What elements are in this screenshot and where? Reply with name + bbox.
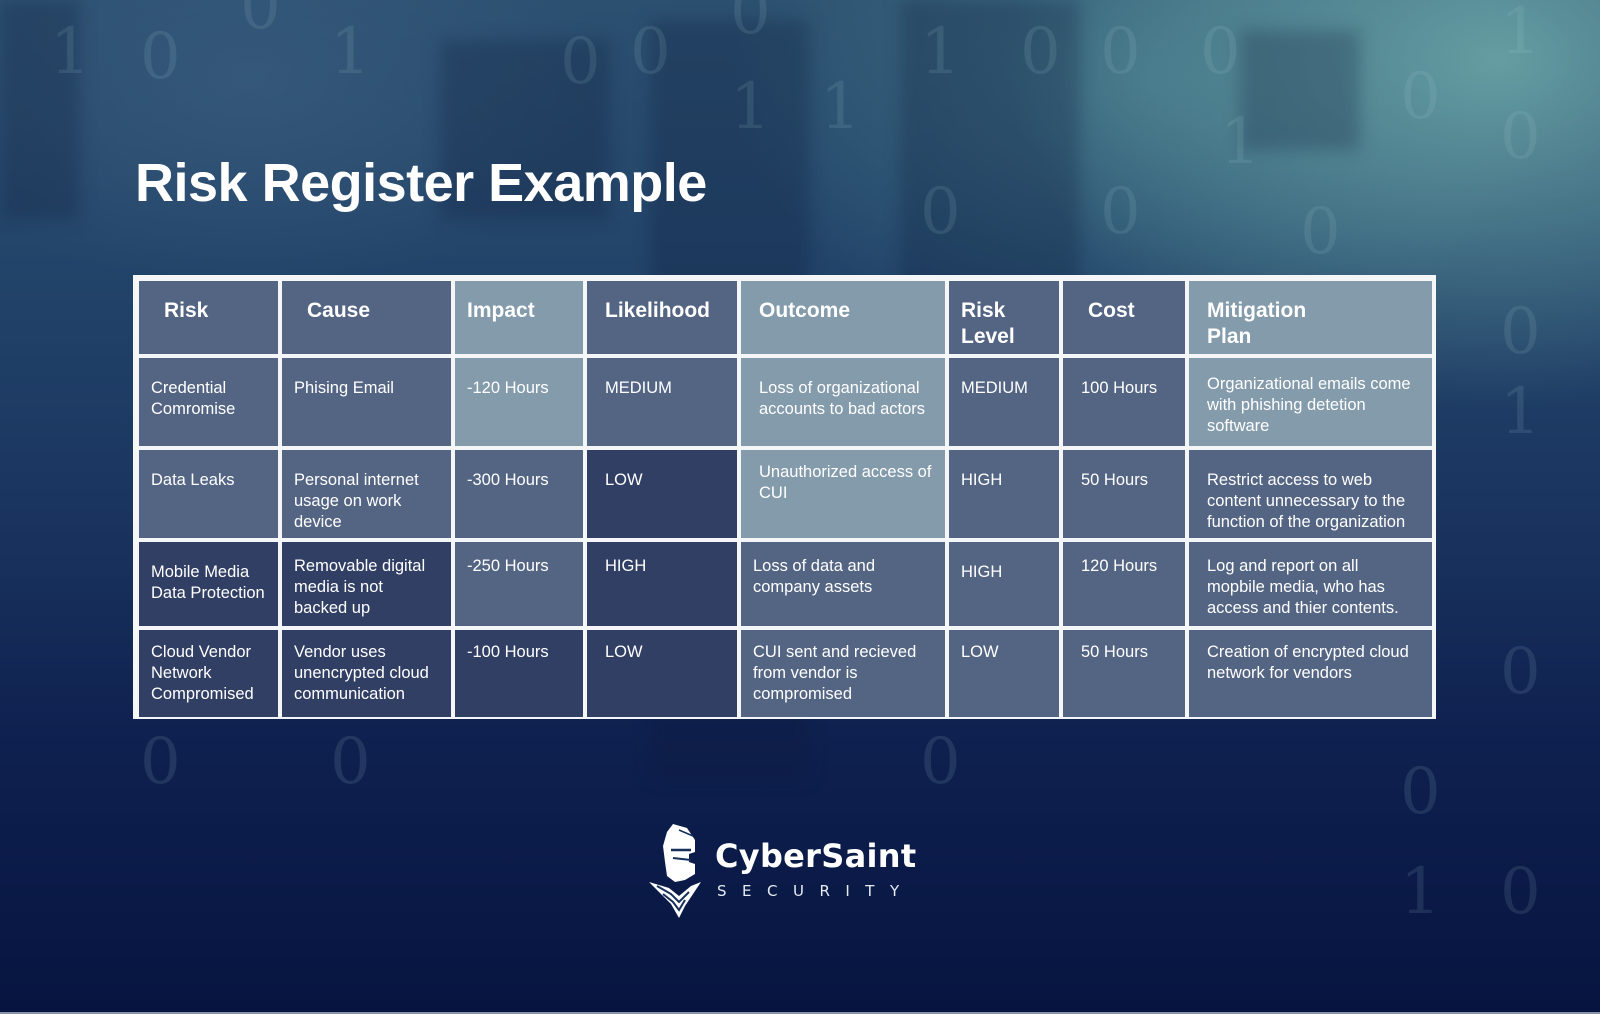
logo-name: CyberSaint: [715, 837, 917, 875]
table-cell-mitigation: Organizational emails come with phishing…: [1189, 358, 1432, 446]
header-likelihood: Likelihood: [587, 281, 737, 354]
table-cell-impact: -100 Hours: [455, 630, 583, 717]
table-cell-risk: Data Leaks: [139, 450, 278, 538]
table-cell-risk-level: MEDIUM: [949, 358, 1059, 446]
header-risk-level: Risk Level: [949, 281, 1059, 354]
page-title: Risk Register Example: [135, 153, 707, 213]
table-cell-mitigation: Log and report on all mopbile media, who…: [1189, 542, 1432, 626]
header-cause: Cause: [282, 281, 451, 354]
logo-tagline: SECURITY: [717, 882, 915, 900]
table-cell-risk: Cloud Vendor Network Compromised: [139, 630, 278, 717]
cybersaint-logo: CyberSaint SECURITY: [645, 822, 917, 922]
table-cell-likelihood: LOW: [587, 450, 737, 538]
table-cell-risk-level: HIGH: [949, 542, 1059, 626]
table-cell-outcome: Loss of organizational accounts to bad a…: [741, 358, 945, 446]
table-cell-outcome: CUI sent and recieved from vendor is com…: [741, 630, 945, 717]
table-cell-risk-level: LOW: [949, 630, 1059, 717]
table-cell-risk: Credential Comromise: [139, 358, 278, 446]
knight-helmet-icon: [649, 824, 701, 918]
table-cell-cause: Removable digital media is not backed up: [282, 542, 451, 626]
table-cell-impact: -300 Hours: [455, 450, 583, 538]
table-cell-mitigation: Creation of encrypted cloud network for …: [1189, 630, 1432, 717]
table-cell-cost: 50 Hours: [1063, 630, 1185, 717]
table-cell-cost: 50 Hours: [1063, 450, 1185, 538]
risk-register-table: Risk Cause Impact Likelihood Outcome Ris…: [133, 275, 1436, 719]
table-cell-cost: 100 Hours: [1063, 358, 1185, 446]
header-mitigation-plan: Mitigation Plan: [1189, 281, 1432, 354]
table-cell-likelihood: LOW: [587, 630, 737, 717]
table-cell-outcome: Loss of data and company assets: [741, 542, 945, 626]
header-impact: Impact: [455, 281, 583, 354]
table-cell-impact: -120 Hours: [455, 358, 583, 446]
table-cell-likelihood: MEDIUM: [587, 358, 737, 446]
table-cell-cause: Vendor uses unencrypted cloud communicat…: [282, 630, 451, 717]
header-cost: Cost: [1063, 281, 1185, 354]
table-cell-cause: Personal internet usage on work device: [282, 450, 451, 538]
table-cell-impact: -250 Hours: [455, 542, 583, 626]
table-cell-cause: Phising Email: [282, 358, 451, 446]
table-cell-cost: 120 Hours: [1063, 542, 1185, 626]
table-cell-mitigation: Restrict access to web content unnecessa…: [1189, 450, 1432, 538]
table-cell-outcome: Unauthorized access of CUI: [741, 450, 945, 538]
table-cell-likelihood: HIGH: [587, 542, 737, 626]
table-cell-risk: Mobile Media Data Protection: [139, 542, 278, 626]
header-risk: Risk: [139, 281, 278, 354]
table-cell-risk-level: HIGH: [949, 450, 1059, 538]
header-outcome: Outcome: [741, 281, 945, 354]
